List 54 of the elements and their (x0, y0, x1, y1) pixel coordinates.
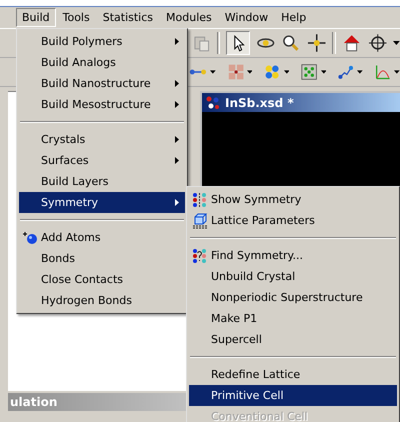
menu-item[interactable]: Hydrogen Bonds (19, 290, 185, 311)
menu-item[interactable]: Crystals (19, 129, 185, 150)
dots-icon (192, 248, 208, 264)
menu-bar-item[interactable]: Window (218, 8, 274, 27)
submenu-arrow-icon (175, 101, 179, 108)
submenu-arrow-icon (175, 38, 179, 45)
cube-icon (192, 212, 208, 228)
menu-item[interactable]: Build Layers (19, 171, 185, 192)
submenu-arrow-icon (175, 136, 179, 143)
menu-item[interactable]: Redefine Lattice (189, 364, 397, 385)
panel-title: ulation (9, 395, 58, 409)
menu-bar-item[interactable]: Modules (160, 8, 218, 27)
menu-bar-item[interactable]: Statistics (96, 8, 160, 27)
menu-bar-item[interactable]: Help (275, 8, 312, 27)
menu-item[interactable]: Show Symmetry (189, 189, 397, 210)
caret-icon[interactable] (320, 70, 326, 74)
molecule-icon (205, 94, 221, 110)
menu-item[interactable]: Supercell (189, 329, 397, 350)
window-title: InSb.xsd * (225, 96, 294, 110)
lattice-icon[interactable] (301, 62, 318, 82)
move-icon[interactable] (306, 33, 326, 53)
menu-bar-item[interactable]: Build (16, 8, 56, 27)
crosshair-icon[interactable] (368, 33, 388, 53)
menu-item[interactable]: Find Symmetry... (189, 245, 397, 266)
dots-icon (192, 192, 208, 208)
search-icon[interactable] (281, 33, 301, 53)
pointer-icon[interactable] (226, 31, 250, 55)
caret-icon[interactable] (393, 41, 400, 45)
menu-item[interactable]: Close Contacts (19, 269, 185, 290)
caret-icon[interactable] (394, 70, 400, 74)
caret-icon[interactable] (246, 70, 252, 74)
submenu-arrow-icon (175, 157, 179, 164)
menu-item[interactable]: Bonds (19, 248, 185, 269)
menu-item[interactable]: Make P1 (189, 308, 397, 329)
grid-icon[interactable] (228, 62, 244, 82)
submenu-arrow-icon (175, 80, 179, 87)
caret-icon[interactable] (284, 70, 290, 74)
menu-item[interactable]: Build Polymers (19, 31, 185, 52)
menu-item[interactable]: Build Mesostructure (19, 94, 185, 115)
atom-icon (22, 230, 38, 244)
menu-item[interactable]: Nonperiodic Superstructure (189, 287, 397, 308)
menu-item[interactable]: Unbuild Crystal (189, 266, 397, 287)
menu-item[interactable]: Lattice Parameters (189, 210, 397, 231)
menu-item[interactable]: Primitive Cell (189, 385, 397, 406)
submenu-arrow-icon (175, 199, 179, 206)
menu-item[interactable]: Build Analogs (19, 52, 185, 73)
menu-item[interactable]: Build Nanostructure (19, 73, 185, 94)
home-icon[interactable] (342, 33, 362, 53)
menu-bar-item[interactable]: Tools (56, 8, 96, 27)
caret-icon[interactable] (210, 70, 216, 74)
menu-item[interactable]: Symmetry (19, 192, 185, 213)
caret-icon[interactable] (357, 70, 364, 74)
menu-item[interactable]: Surfaces (19, 150, 185, 171)
menu-item[interactable]: Add Atoms (19, 227, 185, 248)
